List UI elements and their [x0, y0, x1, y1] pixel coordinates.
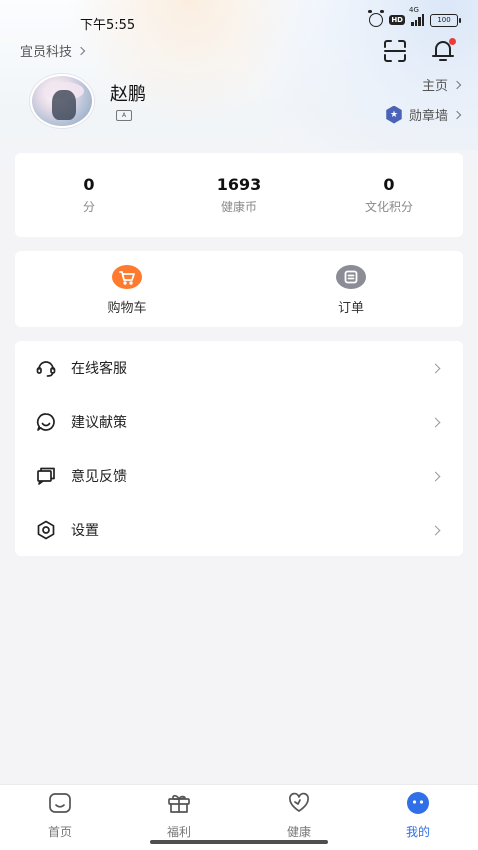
shopping-cart-button[interactable]: 购物车 — [77, 265, 177, 316]
profile-icon — [407, 792, 429, 814]
tab-welfare[interactable]: 福利 — [139, 791, 219, 840]
tab-label: 我的 — [405, 825, 430, 839]
battery-level: 100 — [437, 16, 451, 24]
stats-card: 0 分 1693 健康币 0 文化积分 — [15, 153, 463, 237]
menu-item-settings[interactable]: 设置 — [15, 503, 463, 557]
order-icon — [336, 265, 366, 289]
hd-icon: HD — [389, 15, 405, 25]
homepage-label: 主页 — [421, 79, 448, 94]
scan-icon — [384, 40, 406, 62]
chevron-right-icon — [430, 471, 441, 481]
chevron-right-icon — [430, 525, 441, 535]
homepage-link[interactable]: 主页 — [421, 75, 462, 94]
home-indicator[interactable] — [150, 840, 328, 844]
id-card-icon: A — [116, 110, 132, 121]
tab-label: 首页 — [47, 825, 72, 839]
tab-home[interactable]: 首页 — [20, 791, 100, 840]
avatar[interactable] — [30, 74, 94, 128]
chevron-right-icon — [430, 417, 441, 427]
menu-label: 建议献策 — [71, 415, 127, 431]
menu-item-customer-service[interactable]: 在线客服 — [15, 341, 463, 395]
alarm-icon — [368, 10, 385, 27]
stat-health-coins[interactable]: 1693 健康币 — [179, 175, 299, 215]
medal-wall-label: 勋章墙 — [408, 109, 448, 124]
signal-icon: 4G — [409, 6, 424, 26]
network-label: 4G — [409, 6, 419, 14]
orders-label: 订单 — [337, 301, 364, 316]
menu-label: 在线客服 — [71, 361, 127, 377]
stat-label: 分 — [82, 200, 95, 214]
settings-icon — [37, 520, 55, 540]
feedback-icon — [37, 467, 55, 485]
menu-item-suggestions[interactable]: 建议献策 — [15, 395, 463, 449]
battery-icon: 100 — [430, 13, 461, 27]
chevron-right-icon — [452, 80, 462, 89]
user-name: 赵鹏 — [110, 84, 146, 105]
medal-icon: ★ — [386, 105, 402, 124]
chevron-right-icon — [430, 363, 441, 373]
cart-icon — [112, 265, 142, 289]
stat-label: 文化积分 — [364, 200, 413, 214]
headset-icon — [36, 361, 56, 377]
stat-points[interactable]: 0 分 — [29, 175, 149, 215]
stat-value: 1693 — [216, 175, 262, 194]
menu-item-feedback[interactable]: 意见反馈 — [15, 449, 463, 503]
company-selector[interactable]: 宜员科技 — [20, 41, 86, 60]
menu-label: 意见反馈 — [71, 469, 127, 485]
id-badge-letter: A — [121, 112, 127, 119]
notification-button[interactable] — [430, 38, 456, 64]
stat-value: 0 — [383, 175, 395, 194]
menu-card: 在线客服 建议献策 意见反馈 设置 — [15, 341, 463, 556]
home-icon — [49, 793, 71, 813]
stat-value: 0 — [83, 175, 95, 194]
stat-culture-points[interactable]: 0 文化积分 — [329, 175, 449, 215]
notification-dot — [449, 38, 456, 45]
chevron-right-icon — [452, 110, 462, 119]
scan-button[interactable] — [382, 38, 408, 64]
cart-label: 购物车 — [107, 301, 147, 316]
status-bar: 下午5:55 HD 4G 100 — [0, 0, 478, 40]
tab-label: 健康 — [286, 825, 311, 839]
tab-label: 福利 — [166, 825, 191, 839]
chat-smile-icon — [36, 413, 55, 431]
gift-icon — [168, 794, 190, 813]
company-name: 宜员科技 — [20, 45, 73, 60]
orders-button[interactable]: 订单 — [301, 265, 401, 316]
stat-label: 健康币 — [220, 200, 257, 214]
chevron-right-icon — [76, 46, 86, 55]
heart-icon — [288, 792, 310, 812]
orders-card: 购物车 订单 — [15, 251, 463, 327]
medal-wall-link[interactable]: ★ 勋章墙 — [385, 105, 462, 124]
tab-mine[interactable]: 我的 — [378, 791, 458, 840]
tab-health[interactable]: 健康 — [259, 791, 339, 840]
status-icons: HD 4G 100 — [368, 6, 461, 27]
status-time: 下午5:55 — [80, 18, 136, 33]
menu-label: 设置 — [71, 523, 99, 539]
